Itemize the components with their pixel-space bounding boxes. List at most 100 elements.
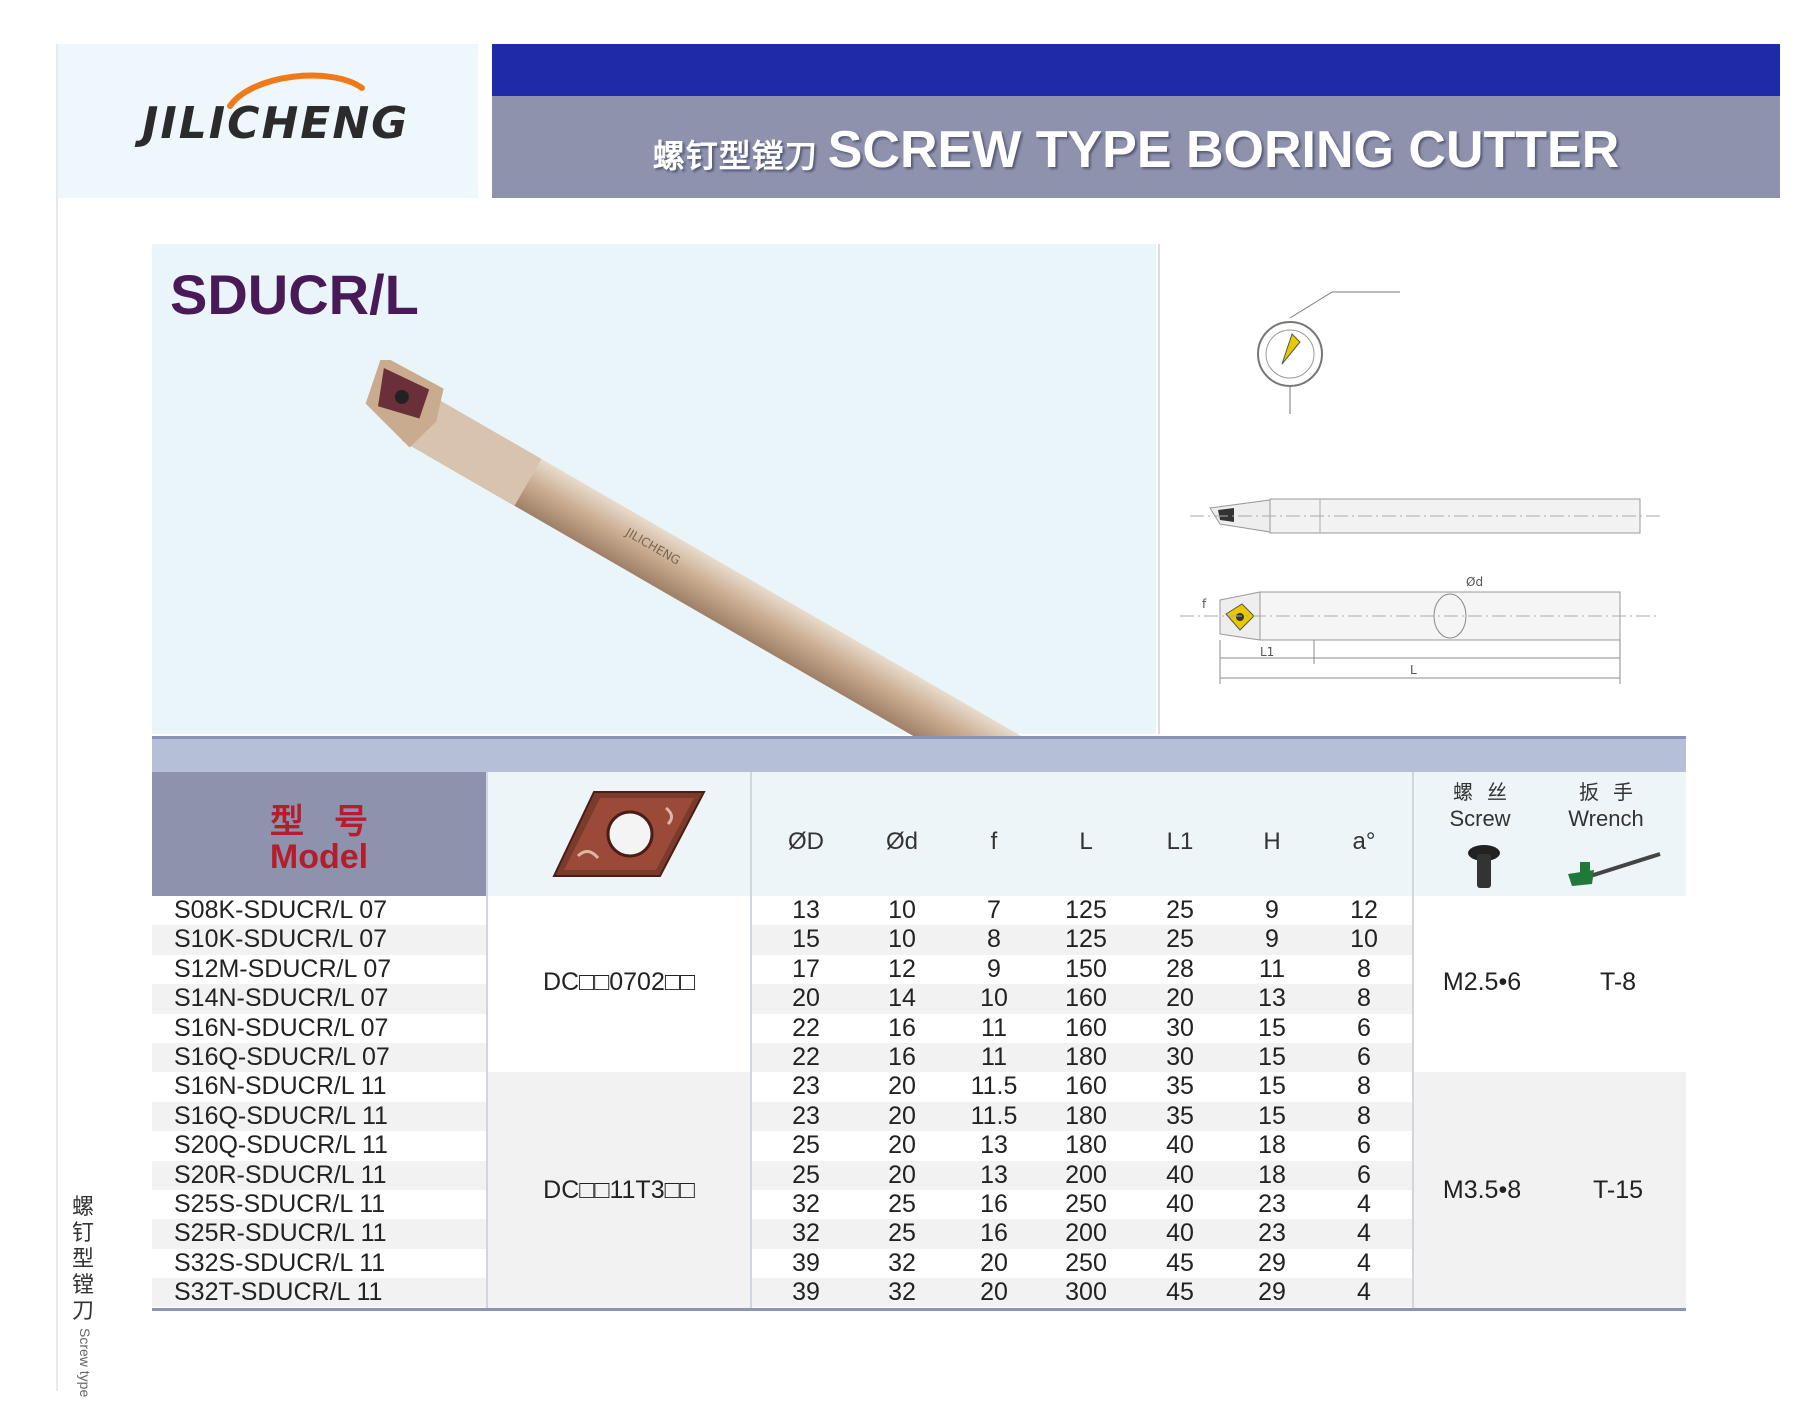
row-value-D: 25 — [792, 1160, 820, 1189]
page-title-en: SCREW TYPE BORING CUTTER — [827, 121, 1620, 179]
side-view-drawing — [1190, 498, 1660, 534]
row-value-L1: 30 — [1166, 1013, 1194, 1042]
header-f: f — [990, 828, 998, 855]
row-value-L1: 30 — [1166, 1042, 1194, 1071]
side-caption-cn: 螺钉型镗刀 — [72, 1194, 95, 1323]
row-model: S10K-SDUCR/L 07 — [174, 925, 388, 954]
row-value-d: 10 — [888, 896, 916, 924]
row-model: S14N-SDUCR/L 07 — [174, 984, 389, 1013]
wrench-header-cn: 扳手 — [1579, 782, 1647, 804]
row-value-L: 160 — [1065, 984, 1107, 1013]
model-header-cn: 型号 — [270, 803, 398, 841]
row-value-L: 200 — [1065, 1219, 1107, 1248]
row-value-f: 11 — [981, 1042, 1007, 1071]
wrench-icon — [1568, 852, 1661, 886]
row-value-L: 300 — [1065, 1278, 1107, 1307]
row-value-f: 9 — [987, 954, 1001, 983]
row-value-L1: 35 — [1166, 1101, 1194, 1130]
row-model: S16Q-SDUCR/L 11 — [174, 1101, 388, 1130]
row-value-d: 25 — [888, 1219, 916, 1248]
insert-spec-group-2: DC□□11T3□□ — [543, 1176, 695, 1204]
row-value-a: 4 — [1357, 1278, 1371, 1307]
row-value-H: 23 — [1258, 1189, 1286, 1218]
tools-column-headers: 螺丝 Screw 扳手 Wrench — [1414, 772, 1686, 896]
row-value-f: 11 — [981, 1013, 1007, 1042]
row-value-a: 12 — [1350, 896, 1378, 924]
row-value-H: 15 — [1258, 1101, 1286, 1130]
row-value-H: 15 — [1258, 1042, 1286, 1071]
row-value-H: 13 — [1258, 984, 1286, 1013]
row-model: S12M-SDUCR/L 07 — [174, 954, 392, 983]
row-value-D: 15 — [792, 925, 820, 954]
row-value-D: 25 — [792, 1131, 820, 1160]
row-value-d: 20 — [888, 1072, 916, 1101]
wrench-header-en: Wrench — [1568, 806, 1644, 831]
drawing-label-d: Ød — [1466, 575, 1483, 589]
header-blue-band — [492, 44, 1780, 96]
model-series-title: SDUCR/L — [170, 263, 419, 326]
row-model: S25R-SDUCR/L 11 — [174, 1219, 387, 1248]
row-value-f: 10 — [980, 984, 1008, 1013]
row-value-d: 32 — [888, 1248, 916, 1277]
row-value-d: 16 — [888, 1013, 916, 1042]
row-value-H: 29 — [1258, 1278, 1286, 1307]
screw-spec-group-1: M2.5•6 — [1442, 968, 1522, 996]
drawing-label-L1: L1 — [1260, 645, 1274, 659]
header-H: H — [1263, 828, 1281, 855]
row-value-L: 180 — [1065, 1101, 1107, 1130]
row-value-f: 13 — [980, 1131, 1008, 1160]
wrench-spec-group-2: T-15 — [1592, 1176, 1644, 1204]
row-value-H: 9 — [1265, 925, 1279, 954]
row-value-a: 8 — [1357, 1072, 1371, 1101]
row-value-d: 20 — [888, 1160, 916, 1189]
row-value-L: 150 — [1065, 954, 1107, 983]
side-caption-en: Screw type — [77, 1328, 93, 1398]
top-view-drawing: L1 L Ød f — [1180, 575, 1660, 684]
row-value-D: 23 — [792, 1101, 820, 1130]
row-value-f: 8 — [987, 925, 1001, 954]
page-title: 螺钉型镗刀 SCREW TYPE BORING CUTTER — [492, 120, 1780, 180]
insert-spec-group-1: DC□□0702□□ — [542, 968, 696, 996]
row-value-d: 25 — [888, 1189, 916, 1218]
row-value-L1: 25 — [1166, 925, 1194, 954]
row-value-d: 32 — [888, 1278, 916, 1307]
row-value-d: 20 — [888, 1131, 916, 1160]
row-value-L1: 35 — [1166, 1072, 1194, 1101]
row-value-D: 20 — [792, 984, 820, 1013]
header-L: L — [1079, 828, 1093, 855]
row-value-a: 6 — [1357, 1160, 1371, 1189]
row-model: S16N-SDUCR/L 07 — [174, 1013, 389, 1042]
model-header-en: Model — [269, 838, 369, 876]
row-value-L1: 45 — [1166, 1248, 1194, 1277]
row-value-D: 13 — [792, 896, 820, 924]
row-model: S32S-SDUCR/L 11 — [174, 1248, 386, 1277]
row-model: S20Q-SDUCR/L 11 — [174, 1131, 388, 1160]
row-value-f: 11.5 — [970, 1072, 1018, 1101]
wrench-header: 扳手 Wrench — [1546, 780, 1666, 832]
wrench-spec-group-1: T-8 — [1599, 968, 1637, 996]
row-value-L: 125 — [1065, 896, 1107, 924]
row-value-L1: 20 — [1166, 984, 1194, 1013]
row-value-a: 4 — [1357, 1189, 1371, 1218]
column-divider-dims — [1412, 772, 1414, 1310]
row-value-a: 6 — [1357, 1042, 1371, 1071]
row-value-f: 20 — [980, 1278, 1008, 1307]
row-value-L: 125 — [1065, 925, 1107, 954]
model-column-header: 型号 Model — [152, 772, 486, 896]
brand-logo: JILICHENG — [142, 98, 410, 149]
row-value-H: 23 — [1258, 1219, 1286, 1248]
row-value-L: 180 — [1065, 1131, 1107, 1160]
row-value-a: 6 — [1357, 1013, 1371, 1042]
technical-drawing-panel: L1 L Ød f — [1158, 244, 1668, 734]
table-bottom-rule — [152, 1308, 1686, 1311]
screw-spec-group-2: M3.5•8 — [1442, 1176, 1522, 1204]
row-value-a: 8 — [1357, 954, 1371, 983]
row-value-D: 22 — [792, 1013, 820, 1042]
row-value-a: 8 — [1357, 1101, 1371, 1130]
row-value-d: 16 — [888, 1042, 916, 1071]
row-value-D: 32 — [792, 1189, 820, 1218]
end-view-drawing — [1257, 291, 1400, 414]
row-value-L: 250 — [1065, 1248, 1107, 1277]
header-L1: L1 — [1166, 828, 1194, 855]
row-value-L1: 25 — [1166, 896, 1194, 924]
